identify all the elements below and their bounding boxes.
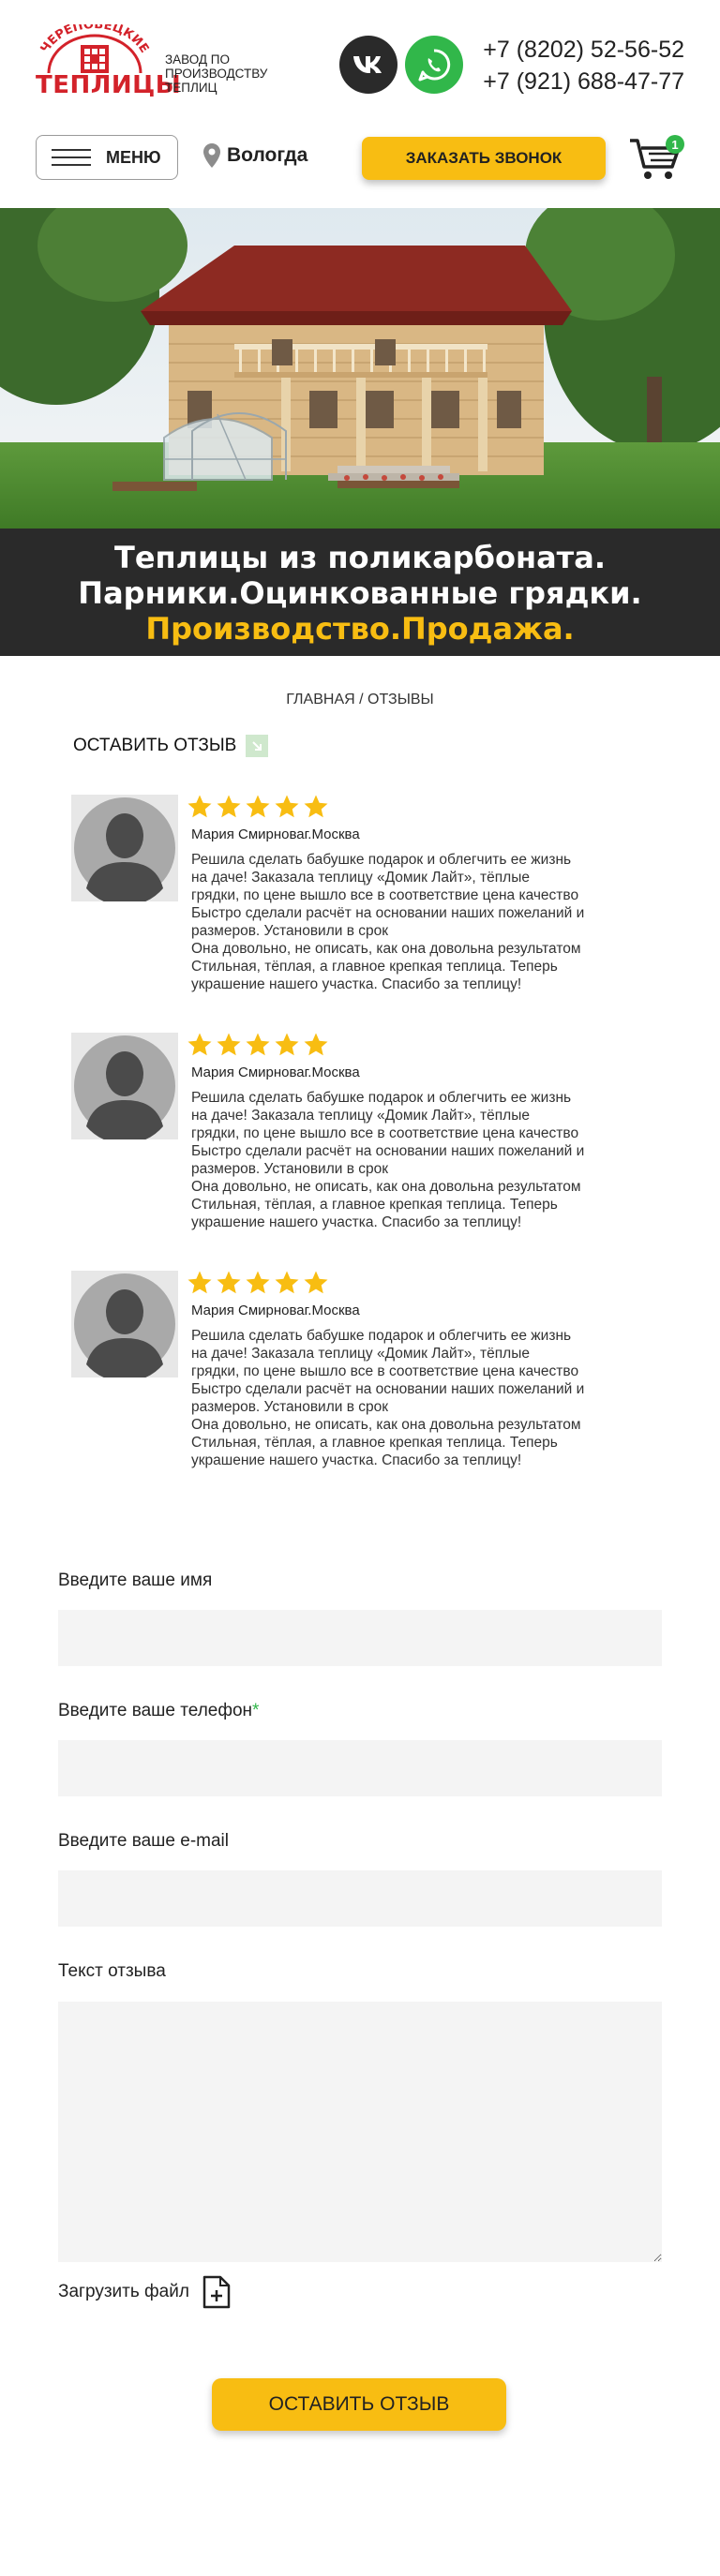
- whatsapp-link[interactable]: [405, 36, 463, 94]
- user-placeholder-icon: [74, 797, 175, 901]
- menu-label: МЕНЮ: [106, 147, 161, 167]
- callback-button[interactable]: ЗАКАЗАТЬ ЗВОНОК: [362, 137, 606, 180]
- logo-arc-icon: ЧЕРЕПОВЕЦКИЕ: [38, 24, 151, 74]
- rating-stars: [186, 1031, 331, 1059]
- review-text: Решила сделать бабушке подарок и облегчи…: [191, 852, 585, 992]
- avatar: [71, 1271, 178, 1377]
- upload-label: Загрузить файл: [58, 2282, 189, 2301]
- phone-2[interactable]: +7 (921) 688-47-77: [483, 66, 684, 97]
- review-text-label: Текст отзыва: [58, 1961, 166, 1981]
- review-textarea[interactable]: [58, 2002, 662, 2262]
- hero-line-3: Производство.Продажа.: [145, 611, 575, 647]
- hero-banner: Теплицы из поликарбоната. Парники.Оцинко…: [0, 529, 720, 656]
- name-label: Введите ваше имя: [58, 1571, 213, 1590]
- review-text: Решила сделать бабушке подарок и облегчи…: [191, 1090, 585, 1230]
- hero-line-1: Теплицы из поликарбоната.: [114, 540, 606, 575]
- review-text: Решила сделать бабушке подарок и облегчи…: [191, 1328, 585, 1468]
- star-icon: [246, 795, 270, 818]
- location-pin-icon: [203, 143, 220, 168]
- whatsapp-icon: [418, 49, 451, 82]
- star-icon: [188, 1271, 212, 1294]
- logo[interactable]: ЧЕРЕПОВЕЦКИЕ ТЕПЛИЦЫ: [36, 24, 182, 99]
- leave-review-label: ОСТАВИТЬ ОТЗЫВ: [73, 736, 237, 755]
- submit-review-button[interactable]: ОСТАВИТЬ ОТЗЫВ: [212, 2378, 506, 2431]
- vk-link[interactable]: [339, 36, 398, 94]
- phone-label: Введите ваше телефон*: [58, 1701, 259, 1721]
- burger-menu-icon: [52, 149, 91, 166]
- star-icon: [304, 795, 328, 818]
- city-label: Вологда: [227, 144, 308, 166]
- star-icon: [275, 1271, 299, 1294]
- leave-review-link[interactable]: ОСТАВИТЬ ОТЗЫВ: [73, 735, 269, 757]
- email-label: Введите ваше e-mail: [58, 1831, 230, 1851]
- phone-input[interactable]: [58, 1740, 662, 1796]
- cart-count-badge: 1: [666, 135, 684, 154]
- hero-image: [0, 208, 720, 529]
- email-input[interactable]: [58, 1870, 662, 1927]
- phone-list: +7 (8202) 52-56-52 +7 (921) 688-47-77: [483, 34, 684, 97]
- required-mark: *: [252, 1701, 260, 1720]
- star-icon: [246, 1271, 270, 1294]
- star-icon: [217, 1033, 241, 1056]
- city-selector[interactable]: Вологда: [202, 142, 308, 169]
- review-author: Мария Смирноваг.Москва: [191, 1303, 360, 1318]
- star-icon: [275, 795, 299, 818]
- star-icon: [217, 795, 241, 818]
- nav-bar: МЕНЮ Вологда ЗАКАЗАТЬ ЗВОНОК 1: [0, 129, 720, 186]
- avatar: [71, 1033, 178, 1139]
- file-add-icon: [202, 2275, 231, 2309]
- avatar: [71, 795, 178, 901]
- breadcrumb[interactable]: ГЛАВНАЯ / ОТЗЫВЫ: [0, 692, 720, 708]
- user-placeholder-icon: [74, 1035, 175, 1139]
- rating-stars: [186, 793, 331, 821]
- star-icon: [275, 1033, 299, 1056]
- arrow-down-icon: [246, 735, 269, 757]
- phone-label-text: Введите ваше телефон: [58, 1701, 253, 1720]
- rating-stars: [186, 1269, 331, 1297]
- star-icon: [304, 1033, 328, 1056]
- star-icon: [188, 795, 212, 818]
- vk-icon: [353, 56, 382, 73]
- header: ЧЕРЕПОВЕЦКИЕ ТЕПЛИЦЫ ЗАВОД ПО ПРОИЗВОДСТ…: [0, 0, 720, 122]
- phone-1[interactable]: +7 (8202) 52-56-52: [483, 34, 684, 66]
- menu-button[interactable]: МЕНЮ: [36, 135, 178, 180]
- file-upload[interactable]: Загрузить файл: [58, 2275, 231, 2309]
- review-author: Мария Смирноваг.Москва: [191, 1065, 360, 1080]
- star-icon: [188, 1033, 212, 1056]
- user-placeholder-icon: [74, 1273, 175, 1377]
- house-greenhouse-illustration: [0, 208, 720, 529]
- star-icon: [246, 1033, 270, 1056]
- company-tagline: ЗАВОД ПО ПРОИЗВОДСТВУ ТЕПЛИЦ: [165, 52, 268, 95]
- star-icon: [217, 1271, 241, 1294]
- hero-line-2: Парники.Оцинкованные грядки.: [78, 575, 642, 611]
- star-icon: [304, 1271, 328, 1294]
- logo-bottom-text: ТЕПЛИЦЫ: [36, 71, 182, 99]
- name-input[interactable]: [58, 1610, 662, 1666]
- cart-button[interactable]: 1: [628, 133, 686, 184]
- review-author: Мария Смирноваг.Москва: [191, 826, 360, 842]
